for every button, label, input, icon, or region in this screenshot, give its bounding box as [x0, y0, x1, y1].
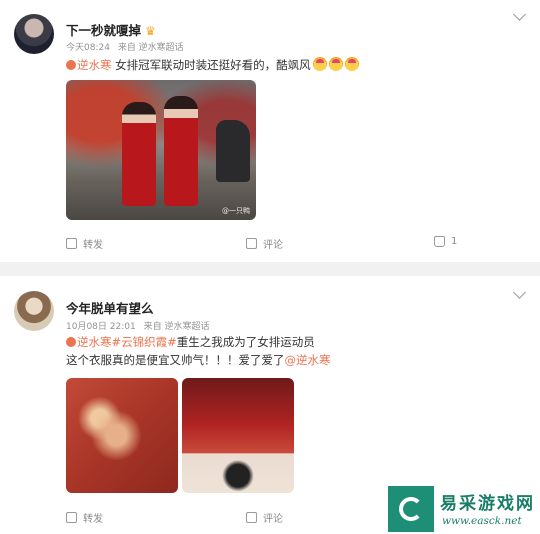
site-watermark: 易采游戏网 www.easck.net [386, 484, 540, 534]
post-text: 逆水寒 女排冠军联动时装还挺好看的，酷飒风 [66, 56, 520, 74]
weibo-post-1: 下一秒就嗄掉 ♛ 今天08:24 来自 逆水寒超话 逆水寒 女排冠军联动时装还挺好… [0, 0, 540, 262]
comment-button[interactable]: 评论 [246, 236, 283, 251]
post-image[interactable]: @一只鸭 [66, 80, 256, 220]
brand-logo-icon [388, 486, 434, 532]
crown-icon: ♛ [145, 24, 156, 38]
character-figure [122, 102, 156, 206]
horse-figure [216, 120, 250, 182]
repost-button[interactable]: 转发 [66, 236, 103, 251]
topic-link[interactable]: 逆水寒 [66, 335, 112, 349]
username[interactable]: 下一秒就嗄掉 ♛ [66, 20, 156, 39]
topic-link[interactable]: 逆水寒 [66, 58, 112, 72]
username-text[interactable]: 下一秒就嗄掉 [66, 23, 141, 38]
hashtag-link[interactable]: #云锦织霞# [112, 335, 177, 349]
post-body: 这个衣服真的是便宜又帅气！！！爱了爱了 [66, 353, 285, 367]
post-divider [0, 262, 540, 276]
post-image[interactable] [182, 378, 294, 493]
emoji-icon [344, 57, 359, 71]
post-source[interactable]: 来自 逆水寒超话 [144, 322, 210, 332]
topic-icon [66, 60, 76, 70]
comment-icon [246, 238, 257, 249]
character-figure [164, 96, 198, 206]
action-bar: 转发 评论 1 [0, 232, 540, 256]
chevron-down-icon[interactable] [513, 286, 526, 299]
post-time: 今天08:24 [66, 43, 110, 53]
emoji-icon [328, 57, 343, 71]
thumbs-up-icon [434, 236, 445, 247]
post-text-line-1: 逆水寒#云锦织霞#重生之我成为了女排运动员 [66, 333, 520, 351]
post-text: 逆水寒#云锦织霞#重生之我成为了女排运动员 这个衣服真的是便宜又帅气！！！爱了爱… [66, 333, 520, 369]
image-grid [66, 378, 296, 493]
image-watermark: @一只鸭 [222, 207, 250, 215]
repost-button[interactable]: 转发 [66, 510, 103, 525]
username[interactable]: 今年脱单有望么 [66, 298, 154, 317]
mention-link[interactable]: @逆水寒 [285, 353, 331, 367]
comment-button[interactable]: 评论 [246, 510, 283, 525]
post-meta: 10月08日 22:01 来自 逆水寒超话 [66, 319, 214, 332]
post-text-line-2: 这个衣服真的是便宜又帅气！！！爱了爱了@逆水寒 [66, 351, 520, 369]
brand-name: 易采游戏网 [440, 494, 535, 514]
post-source[interactable]: 来自 逆水寒超话 [118, 43, 184, 53]
post-body: 重生之我成为了女排运动员 [176, 335, 315, 349]
post-meta: 今天08:24 来自 逆水寒超话 [66, 40, 189, 53]
post-time: 10月08日 22:01 [66, 322, 136, 332]
chevron-down-icon[interactable] [513, 8, 526, 21]
emoji-icon [312, 57, 327, 71]
repost-icon [66, 512, 77, 523]
comment-icon [246, 512, 257, 523]
topic-icon [66, 337, 76, 347]
brand-url: www.easck.net [442, 515, 522, 527]
repost-icon [66, 238, 77, 249]
avatar[interactable] [14, 291, 54, 331]
post-image[interactable] [66, 378, 178, 493]
like-button[interactable]: 1 [434, 236, 457, 247]
avatar[interactable] [14, 14, 54, 54]
post-body: 女排冠军联动时装还挺好看的，酷飒风 [111, 58, 311, 72]
